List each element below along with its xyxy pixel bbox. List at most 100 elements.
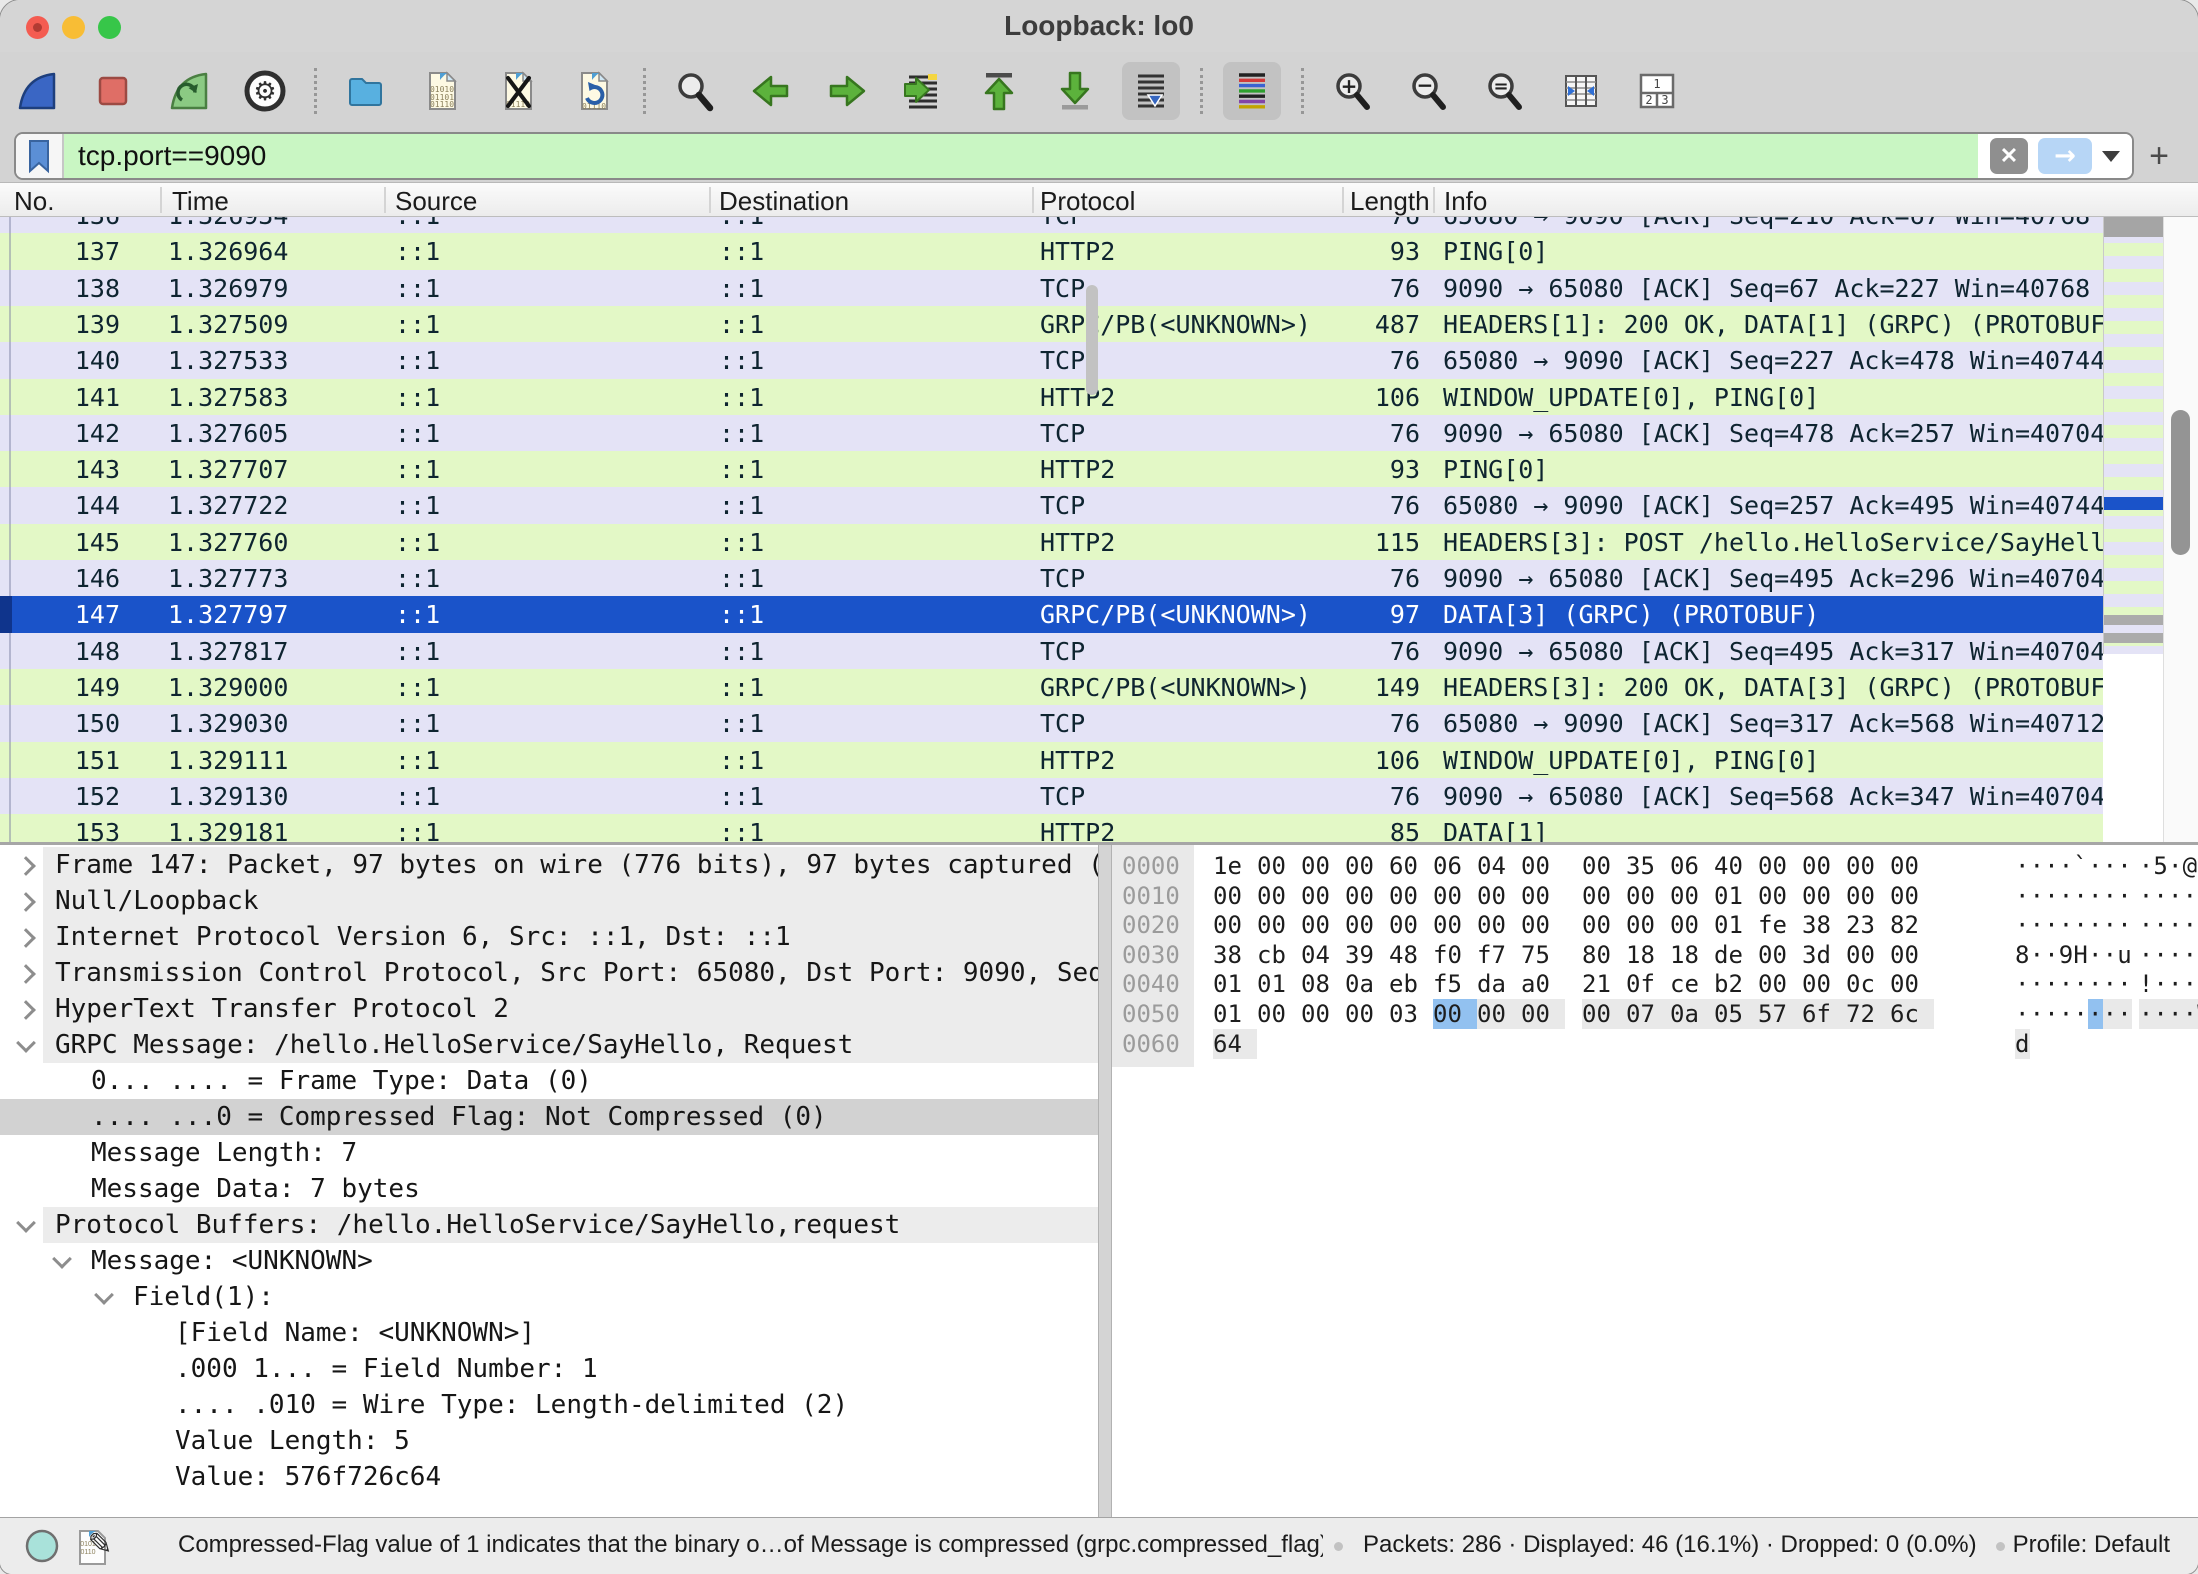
detail-row[interactable]: .... ...0 = Compressed Flag: Not Compres… <box>0 1099 1098 1135</box>
hex-ascii-char[interactable]: · <box>2059 910 2074 940</box>
column-separator[interactable] <box>160 187 162 213</box>
stop-capture-button[interactable] <box>84 62 142 120</box>
hex-ascii-char[interactable]: · <box>2015 969 2030 999</box>
hex-ascii-char[interactable]: · <box>2044 851 2059 881</box>
hex-byte[interactable]: 00 <box>1758 940 1802 970</box>
hex-ascii-char[interactable]: · <box>2044 881 2059 911</box>
hex-byte[interactable]: 00 <box>1582 881 1626 911</box>
hex-ascii-char[interactable]: · <box>2015 910 2030 940</box>
hex-byte[interactable]: 57 <box>1758 999 1802 1029</box>
hex-row-0060[interactable]: 006064d <box>1112 1029 2198 1059</box>
chevron-right-icon[interactable] <box>16 892 36 912</box>
hex-ascii-char[interactable]: · <box>2168 910 2183 940</box>
column-header-source[interactable]: Source <box>395 186 695 217</box>
detail-row[interactable]: Message: <UNKNOWN> <box>0 1243 1098 1279</box>
zoom-out-button[interactable]: − <box>1400 62 1458 120</box>
hex-ascii-char[interactable]: · <box>2153 881 2168 911</box>
packet-row-138[interactable]: 1381.326979::1::1TCP769090 → 65080 [ACK]… <box>0 270 2103 307</box>
hex-byte[interactable]: 00 <box>1345 881 1389 911</box>
hex-byte[interactable]: 38 <box>1802 910 1846 940</box>
hex-byte[interactable]: 0a <box>1345 969 1389 999</box>
hex-byte[interactable]: 72 <box>1846 999 1890 1029</box>
hex-ascii-char[interactable]: u <box>2117 940 2132 970</box>
hex-byte[interactable]: 00 <box>1758 851 1802 881</box>
hex-byte[interactable]: 00 <box>1477 881 1521 911</box>
hex-byte[interactable]: 04 <box>1301 940 1345 970</box>
hex-byte[interactable]: 82 <box>1890 910 1934 940</box>
hex-byte[interactable]: 00 <box>1846 851 1890 881</box>
add-filter-button[interactable]: + <box>2134 137 2184 176</box>
hex-ascii-char[interactable]: · <box>2139 881 2154 911</box>
hex-byte[interactable]: eb <box>1389 969 1433 999</box>
detail-row[interactable]: Value Length: 5 <box>0 1423 1098 1459</box>
hex-byte[interactable]: 05 <box>1714 999 1758 1029</box>
auto-scroll-toggle[interactable] <box>1122 62 1180 120</box>
hex-byte[interactable]: 0a <box>1670 999 1714 1029</box>
detail-row[interactable]: Transmission Control Protocol, Src Port:… <box>0 955 1098 991</box>
detail-row[interactable]: Field(1): <box>0 1279 1098 1315</box>
colorize-toggle[interactable] <box>1223 62 1281 120</box>
hex-ascii-char[interactable]: · <box>2088 851 2103 881</box>
packet-row-142[interactable]: 1421.327605::1::1TCP769090 → 65080 [ACK]… <box>0 415 2103 452</box>
hex-ascii-char[interactable]: · <box>2073 999 2088 1029</box>
hex-ascii-char[interactable]: · <box>2103 940 2118 970</box>
detail-row[interactable]: .... .010 = Wire Type: Length-delimited … <box>0 1387 1098 1423</box>
detail-row[interactable]: [Field Name: <UNKNOWN>] <box>0 1315 1098 1351</box>
column-header-no[interactable]: No. <box>14 186 154 217</box>
apply-filter-button[interactable]: → <box>2038 138 2092 174</box>
chevron-right-icon[interactable] <box>16 964 36 984</box>
hex-byte[interactable]: 00 <box>1582 910 1626 940</box>
hex-row-0020[interactable]: 0020000000000000000000000001fe382382····… <box>1112 910 2198 940</box>
hex-ascii-char[interactable]: · <box>2103 969 2118 999</box>
pane-splitter-vertical[interactable] <box>1098 845 1112 1517</box>
hex-byte[interactable]: 00 <box>1670 881 1714 911</box>
hex-ascii-char[interactable]: · <box>2168 851 2183 881</box>
hex-ascii-char[interactable]: · <box>2139 940 2154 970</box>
hex-byte[interactable]: 38 <box>1213 940 1257 970</box>
hex-byte[interactable]: 01 <box>1714 881 1758 911</box>
hex-byte[interactable]: 00 <box>1846 881 1890 911</box>
detail-row[interactable]: Message Length: 7 <box>0 1135 1098 1171</box>
hex-byte[interactable]: 00 <box>1521 910 1565 940</box>
hex-ascii-char[interactable]: · <box>2183 940 2198 970</box>
hex-byte[interactable]: 00 <box>1345 851 1389 881</box>
hex-ascii-char[interactable]: · <box>2168 969 2183 999</box>
hex-ascii-char[interactable]: · <box>2044 999 2059 1029</box>
packet-row-144[interactable]: 1441.327722::1::1TCP7665080 → 9090 [ACK]… <box>0 487 2103 524</box>
hex-byte[interactable]: 00 <box>1626 881 1670 911</box>
hex-ascii-char[interactable]: · <box>2117 969 2132 999</box>
hex-ascii-char[interactable]: 5 <box>2153 851 2168 881</box>
save-file-button[interactable]: 010100110101110 <box>413 62 471 120</box>
chevron-down-icon[interactable] <box>16 1213 36 1233</box>
hex-ascii-char[interactable]: · <box>2030 969 2045 999</box>
hex-ascii-char[interactable]: · <box>2059 881 2074 911</box>
hex-byte[interactable]: 21 <box>1582 969 1626 999</box>
layout-chooser-button[interactable]: 123 <box>1628 62 1686 120</box>
detail-row[interactable]: Frame 147: Packet, 97 bytes on wire (776… <box>0 847 1098 883</box>
hex-byte[interactable]: 6f <box>1802 999 1846 1029</box>
hex-byte[interactable]: 00 <box>1582 851 1626 881</box>
packet-row-137[interactable]: 1371.326964::1::1HTTP293PING[0] <box>0 233 2103 270</box>
hex-ascii-char[interactable]: · <box>2073 881 2088 911</box>
detail-row[interactable]: Protocol Buffers: /hello.HelloService/Sa… <box>0 1207 1098 1243</box>
hex-ascii-char[interactable]: · <box>2059 969 2074 999</box>
close-file-button[interactable]: 01110 <box>489 62 547 120</box>
chevron-down-icon[interactable] <box>16 1033 36 1053</box>
hex-byte[interactable]: 60 <box>1389 851 1433 881</box>
hex-byte[interactable]: 00 <box>1389 881 1433 911</box>
hex-byte[interactable]: 00 <box>1257 851 1301 881</box>
scrollbar-handle[interactable] <box>2171 410 2190 555</box>
hex-byte[interactable]: 00 <box>1477 999 1521 1029</box>
hex-ascii-char[interactable]: · <box>2168 881 2183 911</box>
packet-row-145[interactable]: 1451.327760::1::1HTTP2115HEADERS[3]: POS… <box>0 524 2103 561</box>
column-separator[interactable] <box>1032 187 1034 213</box>
hex-byte[interactable]: 00 <box>1521 851 1565 881</box>
hex-ascii-char[interactable]: · <box>2153 940 2168 970</box>
hex-row-0040[interactable]: 00400101080aebf5daa0210fceb200000c00····… <box>1112 969 2198 999</box>
hex-byte[interactable]: ce <box>1670 969 1714 999</box>
chevron-right-icon[interactable] <box>16 856 36 876</box>
hex-byte[interactable]: 00 <box>1345 910 1389 940</box>
restart-capture-button[interactable] <box>160 62 218 120</box>
hex-ascii-char[interactable]: · <box>2153 910 2168 940</box>
hex-ascii-char[interactable]: · <box>2030 881 2045 911</box>
